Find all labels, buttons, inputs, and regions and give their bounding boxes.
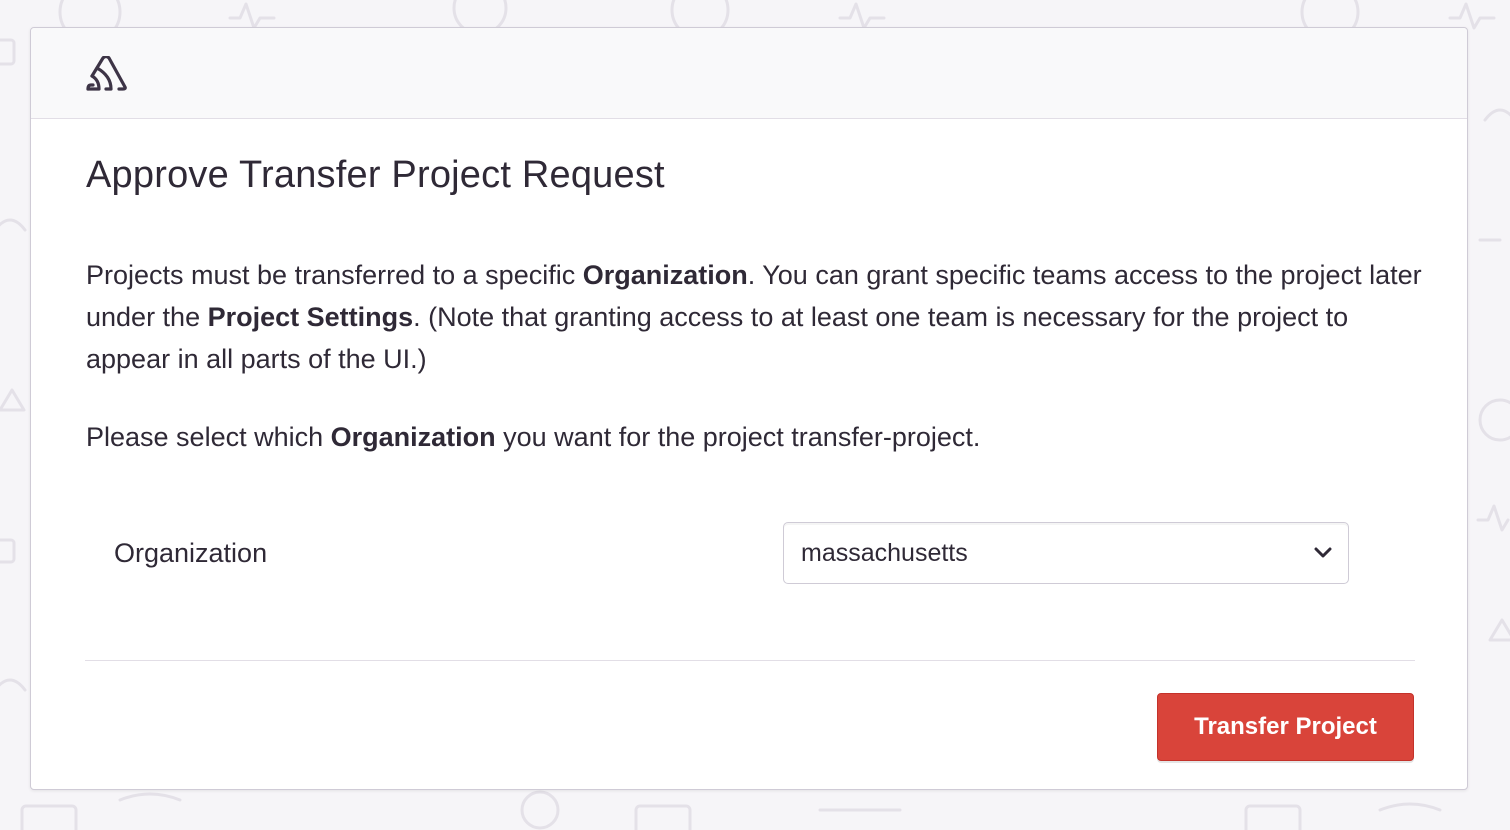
intro-text: Projects must be transferred to a specif…	[86, 260, 1422, 374]
organization-emphasis-2: Organization	[330, 422, 496, 452]
organization-emphasis: Organization	[582, 260, 748, 290]
chevron-down-icon	[1314, 547, 1332, 558]
sentry-logo-icon[interactable]	[85, 56, 127, 94]
organization-select-value: massachusetts	[801, 539, 968, 567]
project-settings-emphasis: Project Settings	[207, 302, 414, 332]
organization-select[interactable]: massachusetts	[783, 522, 1349, 584]
page-title: Approve Transfer Project Request	[86, 154, 665, 196]
card-header	[31, 28, 1467, 119]
organization-label: Organization	[114, 538, 268, 568]
transfer-project-button[interactable]: Transfer Project	[1157, 693, 1414, 761]
select-prompt-text: Please select which Organization you wan…	[86, 422, 981, 452]
footer-divider	[85, 660, 1415, 661]
transfer-card: Approve Transfer Project Request Project…	[30, 27, 1468, 790]
organization-field-row: Organization massachusetts	[86, 522, 1349, 588]
